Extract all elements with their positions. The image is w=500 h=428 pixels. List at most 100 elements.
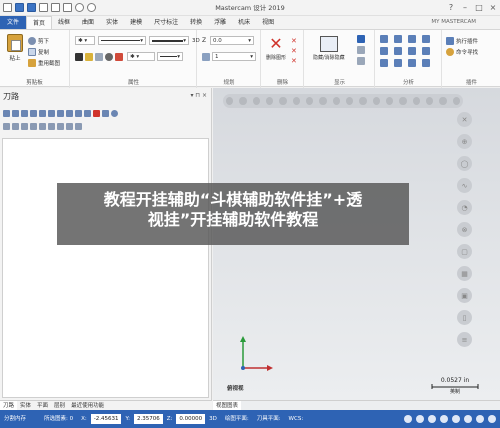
open-file-icon[interactable] xyxy=(15,3,24,12)
analyze-check-icon[interactable] xyxy=(394,59,402,67)
vp-side-box-icon[interactable]: ▢ xyxy=(457,244,472,259)
view-globe-icon[interactable] xyxy=(404,415,412,423)
level-input[interactable]: 1 ▾ xyxy=(212,52,256,61)
vp-side-frame-icon[interactable]: ▣ xyxy=(457,288,472,303)
select-all-icon[interactable] xyxy=(3,110,10,117)
tab-drafting[interactable]: 尺寸标注 xyxy=(148,16,184,29)
translucency-icon[interactable] xyxy=(440,415,448,423)
undo-icon[interactable] xyxy=(75,3,84,12)
wireframe-color-icon[interactable] xyxy=(75,52,83,61)
vp-side-rect-icon[interactable]: ▯ xyxy=(457,310,472,325)
tab-file[interactable]: 文件 xyxy=(0,16,27,29)
regenerate-icon[interactable] xyxy=(21,110,28,117)
scroll-icon[interactable] xyxy=(48,123,55,130)
vp-side-radius-icon[interactable]: ◔ xyxy=(457,200,472,215)
move-down-icon[interactable] xyxy=(21,123,28,130)
vp-entity-icon[interactable] xyxy=(412,97,420,105)
redo-icon[interactable] xyxy=(87,3,96,12)
lock-icon[interactable] xyxy=(66,123,73,130)
tab-planes[interactable]: 平面 xyxy=(34,401,51,411)
vp-level-icon[interactable] xyxy=(399,97,407,105)
display-toggle-3-icon[interactable] xyxy=(357,57,365,65)
edit-icon[interactable] xyxy=(102,110,109,117)
save-icon[interactable] xyxy=(27,3,36,12)
display-toggle-2-icon[interactable] xyxy=(357,46,365,54)
hide-unhide-button[interactable]: 隐藏/消除隐藏 xyxy=(313,36,345,61)
panel-controls[interactable]: ▾ ⊓ × xyxy=(190,92,207,99)
paste-special-button[interactable]: 重用截图 xyxy=(28,57,60,68)
solid-color-icon[interactable] xyxy=(95,52,103,61)
mode-3d-toggle[interactable]: 3D xyxy=(205,410,221,428)
tab-recent-functions[interactable]: 最近使用功能 xyxy=(68,401,107,411)
verify-icon[interactable] xyxy=(48,110,55,117)
toggle-display-icon[interactable] xyxy=(3,123,10,130)
analyze-chain-icon[interactable] xyxy=(422,35,430,43)
save-as-icon[interactable] xyxy=(39,3,48,12)
attributes-icon[interactable] xyxy=(115,52,123,61)
vp-wireframe-icon[interactable] xyxy=(252,97,260,105)
post-icon[interactable] xyxy=(66,110,73,117)
width-dropdown[interactable]: ▾ xyxy=(157,52,183,61)
analyze-number-icon[interactable] xyxy=(408,59,416,67)
new-file-icon[interactable] xyxy=(3,3,12,12)
toggle-post-icon[interactable] xyxy=(12,123,19,130)
undelete-icon[interactable]: ✕ xyxy=(291,36,297,46)
vp-filter-icon[interactable] xyxy=(332,97,340,105)
my-mastercam-link[interactable]: MY MASTERCAM xyxy=(431,16,476,29)
select-failed-icon[interactable] xyxy=(12,110,19,117)
regenerate-dirty-icon[interactable] xyxy=(30,110,37,117)
g1-icon[interactable] xyxy=(75,110,82,117)
delete-entities-button[interactable]: ✕ 删除图形 xyxy=(265,36,287,62)
tab-levels[interactable]: 层别 xyxy=(51,401,68,411)
vp-select-icon[interactable] xyxy=(239,97,247,105)
wcs-status[interactable]: WCS: xyxy=(285,410,308,428)
vp-more-icon[interactable] xyxy=(452,97,460,105)
simulate-icon[interactable] xyxy=(57,110,64,117)
delete-op-icon[interactable] xyxy=(93,110,100,117)
section-view-status[interactable]: 分割内存 xyxy=(0,410,30,428)
paste-button[interactable]: 粘上 xyxy=(4,34,26,62)
vp-side-curve-icon[interactable]: ∿ xyxy=(457,178,472,193)
toolpath-tree[interactable] xyxy=(2,138,209,398)
undelete-all-icon[interactable]: ✕ xyxy=(291,56,297,66)
hidden-line-icon[interactable] xyxy=(452,415,460,423)
highfeed-icon[interactable] xyxy=(84,110,91,117)
tab-transform[interactable]: 转换 xyxy=(184,16,208,29)
vp-side-grid-icon[interactable]: ▦ xyxy=(457,266,472,281)
vp-side-chain-icon[interactable]: ⊕ xyxy=(457,134,472,149)
help-circle-icon[interactable] xyxy=(111,110,118,117)
vp-clear-color-icon[interactable] xyxy=(226,97,234,105)
command-finder-button[interactable]: 命令寻找 xyxy=(446,46,478,57)
tab-relief[interactable]: 浮雕 xyxy=(208,16,232,29)
tab-solids-manager[interactable]: 实体 xyxy=(17,401,34,411)
tab-wireframe[interactable]: 线框 xyxy=(52,16,76,29)
print-preview-icon[interactable] xyxy=(63,3,72,12)
vp-snap-icon[interactable] xyxy=(319,97,327,105)
point-dropdown[interactable]: ✱ ▾ xyxy=(127,52,155,61)
analyze-contour-icon[interactable] xyxy=(380,47,388,55)
tab-home[interactable]: 首页 xyxy=(26,16,53,29)
tab-view[interactable]: 视图 xyxy=(256,16,280,29)
minimize-button[interactable]: – xyxy=(458,0,472,16)
insert-arrow-icon[interactable] xyxy=(39,123,46,130)
tplane-status[interactable]: 刀具平面: xyxy=(253,410,285,428)
vp-mask-icon[interactable] xyxy=(345,97,354,105)
cut-button[interactable]: 剪下 xyxy=(28,35,60,46)
cplane-status[interactable]: 绘图平面: xyxy=(221,410,253,428)
shading-icon[interactable] xyxy=(416,415,424,423)
delete-duplicates-icon[interactable]: ✕ xyxy=(291,46,297,56)
vp-chain-icon[interactable] xyxy=(292,97,300,105)
backplot-icon[interactable] xyxy=(39,110,46,117)
vp-view-icon[interactable] xyxy=(439,97,447,105)
analyze-area-icon[interactable] xyxy=(408,47,416,55)
analyze-dynamic-icon[interactable] xyxy=(394,47,402,55)
move-up-icon[interactable] xyxy=(30,123,37,130)
display-toggle-1-icon[interactable] xyxy=(357,35,365,43)
vp-side-link-icon[interactable]: ⊗ xyxy=(457,222,472,237)
point-style-dropdown[interactable]: ✱ ▾ xyxy=(75,36,95,45)
vp-grid-icon[interactable] xyxy=(359,97,367,105)
run-addin-button[interactable]: 执行插件 xyxy=(446,35,478,46)
vp-side-align-icon[interactable]: ≡ xyxy=(457,332,472,347)
edges-icon[interactable] xyxy=(476,415,484,423)
tab-machine[interactable]: 机床 xyxy=(232,16,256,29)
